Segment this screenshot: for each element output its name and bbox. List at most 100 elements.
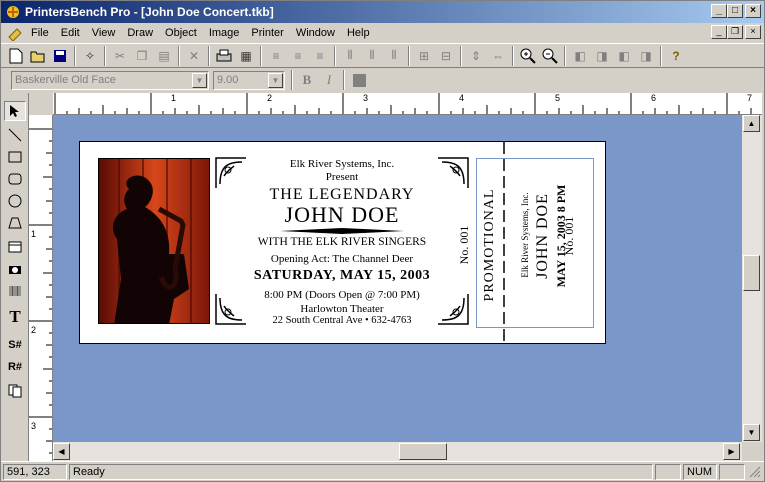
ticket-time[interactable]: 8:00 PM (Doors Open @ 7:00 PM) <box>230 289 454 301</box>
ticket-with[interactable]: WITH THE ELK RIVER SINGERS <box>230 236 454 248</box>
mdi-minimize-button[interactable]: _ <box>711 25 727 39</box>
ticket-number[interactable]: No. 001 <box>456 195 472 295</box>
font-name-select[interactable]: Baskerville Old Face ▼ <box>11 70 209 90</box>
line-tool-icon[interactable] <box>4 125 26 145</box>
serial-tool-icon[interactable]: S# <box>4 335 26 355</box>
minimize-button[interactable]: _ <box>711 4 727 18</box>
bring-front-icon[interactable]: ◧ <box>569 45 591 67</box>
status-caps <box>655 463 681 480</box>
ruler-label: 2 <box>31 325 37 335</box>
resize-grip-icon[interactable] <box>747 464 763 480</box>
menu-view[interactable]: View <box>86 27 122 39</box>
barcode-tool-icon[interactable] <box>4 281 26 301</box>
help-icon[interactable]: ? <box>665 45 687 67</box>
send-backward-icon[interactable]: ◨ <box>635 45 657 67</box>
save-icon[interactable] <box>49 45 71 67</box>
ruler-label: 1 <box>31 229 37 239</box>
print-icon[interactable] <box>213 45 235 67</box>
ticket-opening[interactable]: Opening Act: The Channel Deer <box>230 253 454 265</box>
stub-number[interactable]: No. 001 <box>561 196 577 276</box>
align-left-icon[interactable]: ≡ <box>265 45 287 67</box>
scroll-up-icon[interactable]: ▲ <box>743 115 760 132</box>
polygon-tool-icon[interactable] <box>4 213 26 233</box>
align-right-icon[interactable]: ≡ <box>309 45 331 67</box>
menu-bar: File Edit View Draw Object Image Printer… <box>1 23 764 42</box>
menu-printer[interactable]: Printer <box>245 27 289 39</box>
table-tool-icon[interactable] <box>4 237 26 257</box>
status-num: NUM <box>683 463 717 480</box>
zoom-in-icon[interactable] <box>517 45 539 67</box>
delete-icon[interactable]: ✕ <box>183 45 205 67</box>
space-vertical-icon[interactable]: ⇕ <box>465 45 487 67</box>
close-button[interactable]: × <box>745 4 761 18</box>
horizontal-scroll-thumb[interactable] <box>399 443 447 460</box>
ticket-date[interactable]: SATURDAY, MAY 15, 2003 <box>230 268 454 284</box>
rectangle-tool-icon[interactable] <box>4 147 26 167</box>
bring-forward-icon[interactable]: ◧ <box>613 45 635 67</box>
pages-tool-icon[interactable] <box>4 381 26 401</box>
center-vertical-icon[interactable]: ⊟ <box>435 45 457 67</box>
design-canvas[interactable]: Elk River Systems, Inc. Present THE LEGE… <box>53 115 742 442</box>
ticket-company[interactable]: Elk River Systems, Inc. <box>250 158 434 170</box>
scroll-right-icon[interactable]: ▶ <box>723 443 740 460</box>
mdi-restore-button[interactable]: ❐ <box>727 25 743 39</box>
ticket-present[interactable]: Present <box>250 171 434 183</box>
stub-name[interactable]: JOHN DOE <box>533 176 553 296</box>
horizontal-scrollbar[interactable]: ◀ ▶ <box>53 442 742 461</box>
menu-edit[interactable]: Edit <box>55 27 86 39</box>
space-horizontal-icon[interactable]: ⇔ <box>487 45 509 67</box>
menu-help[interactable]: Help <box>341 27 376 39</box>
menu-image[interactable]: Image <box>203 27 246 39</box>
paste-icon[interactable]: ▤ <box>153 45 175 67</box>
font-toolbar: Baskerville Old Face ▼ 9.00 ▼ B I <box>1 68 764 92</box>
title-bar[interactable]: PrintersBench Pro - [John Doe Concert.tk… <box>1 1 764 23</box>
menu-window[interactable]: Window <box>290 27 341 39</box>
ticket-document[interactable]: Elk River Systems, Inc. Present THE LEGE… <box>79 141 606 345</box>
copy-icon[interactable]: ❐ <box>131 45 153 67</box>
menu-file[interactable]: File <box>25 27 55 39</box>
cut-icon[interactable]: ✂ <box>109 45 131 67</box>
new-file-icon[interactable] <box>5 45 27 67</box>
ticket-venue[interactable]: Harlowton Theater <box>230 303 454 315</box>
align-vcenter-icon[interactable]: ⫴ <box>361 45 383 67</box>
scroll-down-icon[interactable]: ▼ <box>743 424 760 441</box>
print-preview-icon[interactable]: ▦ <box>235 45 257 67</box>
menu-draw[interactable]: Draw <box>121 27 159 39</box>
chevron-down-icon[interactable]: ▼ <box>192 72 207 88</box>
camera-tool-icon[interactable] <box>4 259 26 279</box>
zoom-out-icon[interactable] <box>539 45 561 67</box>
status-coords: 591, 323 <box>3 463 67 480</box>
italic-button[interactable]: I <box>318 70 340 90</box>
saxophone-photo[interactable] <box>98 158 210 324</box>
mdi-close-button[interactable]: × <box>745 25 761 39</box>
toolbar-separator <box>564 45 566 66</box>
ruler-label: 3 <box>363 93 369 103</box>
row-number-tool-icon[interactable]: R# <box>4 357 26 377</box>
vertical-scrollbar[interactable]: ▲ ▼ <box>742 115 762 442</box>
chevron-down-icon[interactable]: ▼ <box>268 72 283 88</box>
align-center-icon[interactable]: ≡ <box>287 45 309 67</box>
text-tool-icon[interactable]: T <box>4 307 26 327</box>
ticket-address[interactable]: 22 South Central Ave • 632-4763 <box>230 315 454 326</box>
color-swatch-icon[interactable] <box>348 70 370 90</box>
center-horizontal-icon[interactable]: ⊞ <box>413 45 435 67</box>
ticket-headline2[interactable]: JOHN DOE <box>230 202 454 228</box>
scroll-left-icon[interactable]: ◀ <box>53 443 70 460</box>
open-folder-icon[interactable] <box>27 45 49 67</box>
send-back-icon[interactable]: ◨ <box>591 45 613 67</box>
align-vleft-icon[interactable]: ⫴ <box>339 45 361 67</box>
vertical-scroll-thumb[interactable] <box>743 255 760 291</box>
rounded-rect-tool-icon[interactable] <box>4 169 26 189</box>
ellipse-tool-icon[interactable] <box>4 191 26 211</box>
pointer-tool-icon[interactable] <box>4 101 26 121</box>
magic-wand-icon[interactable]: ✧ <box>79 45 101 67</box>
menu-object[interactable]: Object <box>159 27 203 39</box>
bold-button[interactable]: B <box>296 70 318 90</box>
font-size-select[interactable]: 9.00 ▼ <box>213 70 285 90</box>
maximize-button[interactable]: □ <box>727 4 743 18</box>
toolbar-separator <box>208 45 210 66</box>
document-icon[interactable] <box>7 25 23 41</box>
toolbar-separator <box>178 45 180 66</box>
align-vright-icon[interactable]: ⫴ <box>383 45 405 67</box>
stub-company[interactable]: Elk River Systems, Inc. <box>518 175 532 295</box>
